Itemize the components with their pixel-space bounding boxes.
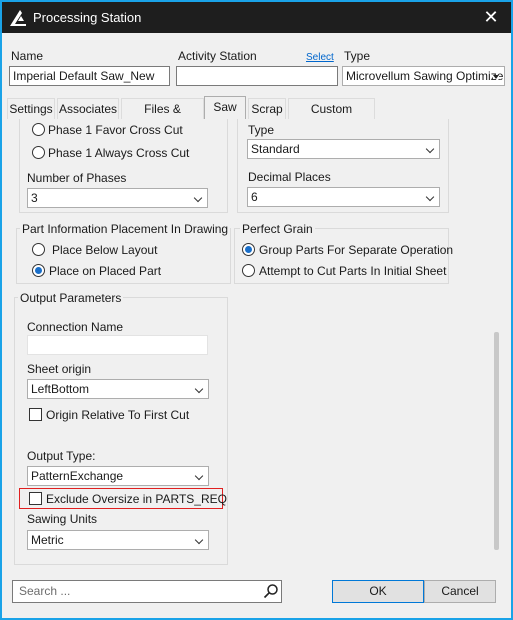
tab-strip: Settings Associates Files & Pictures Saw… [7, 96, 375, 137]
origin-relative-label: Origin Relative To First Cut [46, 408, 190, 422]
tab-associates[interactable]: Associates [57, 98, 119, 119]
title-bar: Processing Station ✕ [2, 2, 511, 33]
exclude-oversize-label: Exclude Oversize in PARTS_REQ [46, 492, 227, 506]
sawing-units-dropdown[interactable]: Metric [27, 530, 209, 550]
output-type-dropdown[interactable]: PatternExchange [27, 466, 209, 486]
phase1-always-cross-cut-radio[interactable] [32, 146, 45, 159]
exclude-oversize-checkbox[interactable] [29, 492, 42, 505]
phase1-always-cross-cut-label: Phase 1 Always Cross Cut [48, 146, 190, 160]
place-below-layout-radio[interactable] [32, 243, 45, 256]
attempt-cut-label: Attempt to Cut Parts In Initial Sheet [259, 264, 447, 278]
activity-station-input[interactable] [176, 66, 338, 86]
cancel-button[interactable]: Cancel [424, 580, 496, 603]
close-icon: ✕ [483, 7, 499, 27]
tab-scrap[interactable]: Scrap [248, 98, 286, 119]
chevron-down-icon [193, 193, 203, 203]
ok-button[interactable]: OK [332, 580, 424, 603]
saw-type-value: Standard [251, 142, 300, 156]
connection-name-label: Connection Name [27, 320, 124, 334]
group-parts-label: Group Parts For Separate Operation [259, 243, 454, 257]
type-dropdown[interactable]: Microvellum Sawing Optimizer [342, 66, 505, 86]
group-parts-radio[interactable] [242, 243, 255, 256]
perfect-grain-title: Perfect Grain [240, 222, 315, 236]
chevron-down-icon [194, 471, 204, 481]
output-type-label: Output Type: [27, 449, 96, 463]
name-label: Name [11, 49, 44, 63]
tab-settings[interactable]: Settings [7, 98, 55, 119]
origin-relative-checkbox[interactable] [29, 408, 42, 421]
sawing-units-value: Metric [31, 533, 64, 547]
activity-station-label: Activity Station [178, 49, 257, 63]
number-of-phases-label: Number of Phases [27, 171, 127, 185]
part-info-title: Part Information Placement In Drawing [20, 222, 231, 236]
window-title: Processing Station [33, 10, 142, 25]
phase1-favor-cross-cut-radio[interactable] [32, 123, 45, 136]
number-of-phases-value: 3 [31, 191, 38, 205]
app-logo-icon [10, 10, 26, 26]
search-icon[interactable] [263, 583, 279, 599]
saw-type-dropdown[interactable]: Standard [247, 139, 440, 159]
chevron-down-icon [194, 384, 204, 394]
sheet-origin-dropdown[interactable]: LeftBottom [27, 379, 209, 399]
decimal-places-value: 6 [251, 190, 258, 204]
connection-name-input[interactable] [27, 335, 208, 355]
vertical-scrollbar[interactable] [494, 332, 499, 550]
place-below-layout-label: Place Below Layout [52, 243, 158, 257]
saw-type-label: Type [248, 123, 275, 137]
phase1-favor-cross-cut-label: Phase 1 Favor Cross Cut [48, 123, 183, 137]
sheet-origin-label: Sheet origin [27, 362, 92, 376]
close-button[interactable]: ✕ [471, 2, 511, 33]
output-parameters-title: Output Parameters [18, 291, 124, 305]
chevron-down-icon [425, 192, 435, 202]
decimal-places-dropdown[interactable]: 6 [247, 187, 440, 207]
processing-station-window: Processing Station ✕ Name Imperial Defau… [0, 0, 513, 620]
attempt-cut-radio[interactable] [242, 264, 255, 277]
place-on-placed-part-label: Place on Placed Part [49, 264, 162, 278]
select-link[interactable]: Select [306, 52, 334, 63]
type-dropdown-value: Microvellum Sawing Optimizer [346, 69, 505, 83]
place-on-placed-part-radio[interactable] [32, 264, 45, 277]
name-input[interactable]: Imperial Default Saw_New [9, 66, 170, 86]
type-label: Type [344, 49, 371, 63]
sheet-origin-value: LeftBottom [31, 382, 90, 396]
tab-saw[interactable]: Saw [204, 96, 246, 119]
output-type-value: PatternExchange [31, 469, 124, 483]
number-of-phases-dropdown[interactable]: 3 [27, 188, 208, 208]
decimal-places-label: Decimal Places [248, 170, 331, 184]
chevron-down-icon [194, 535, 204, 545]
search-input[interactable]: Search ... [12, 580, 282, 603]
search-placeholder: Search ... [19, 584, 71, 598]
chevron-down-icon [425, 144, 435, 154]
dropdown-arrow-icon [493, 75, 499, 79]
tab-files-pictures[interactable]: Files & Pictures [121, 98, 204, 137]
tab-custom-settings[interactable]: Custom Settings [288, 98, 375, 137]
sawing-units-label: Sawing Units [27, 512, 98, 526]
